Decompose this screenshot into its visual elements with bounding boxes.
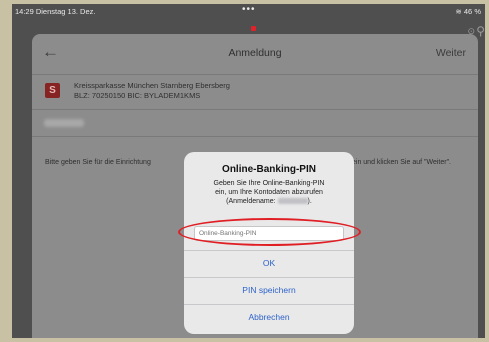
- instruction-text-right: ein und klicken Sie auf "Weiter".: [352, 159, 452, 166]
- cancel-button[interactable]: Abbrechen: [184, 304, 354, 330]
- save-pin-button[interactable]: PIN speichern: [184, 277, 354, 303]
- alert-message-line1: Geben Sie Ihre Online-Banking-PIN: [213, 180, 325, 187]
- alert-message: Geben Sie Ihre Online-Banking-PIN ein, u…: [196, 179, 342, 206]
- pin-alert-dialog: Online-Banking-PIN Geben Sie Ihre Online…: [184, 152, 354, 334]
- redacted-login-name: [277, 198, 308, 205]
- redacted-row: [32, 110, 478, 137]
- next-button[interactable]: Weiter: [436, 47, 466, 59]
- status-battery: ≋ 46 %: [456, 7, 482, 16]
- status-time: 14:29 Dienstag 13. Dez.: [15, 7, 96, 16]
- recording-indicator: [251, 26, 256, 31]
- nav-bar: ← Anmeldung Weiter: [32, 34, 478, 75]
- alert-message-line3-prefix: (Anmeldename:: [226, 198, 276, 205]
- status-bar: 14:29 Dienstag 13. Dez. ••• ≋ 46 %: [12, 4, 485, 20]
- device-screen: 14:29 Dienstag 13. Dez. ••• ≋ 46 % ⊙ ⚲ ←…: [12, 4, 485, 338]
- alert-message-line2: ein, um Ihre Kontodaten abzurufen: [215, 189, 323, 196]
- alert-title: Online-Banking-PIN: [222, 164, 316, 175]
- ok-button[interactable]: OK: [184, 250, 354, 276]
- wifi-icon: ≋: [455, 7, 462, 16]
- alert-message-line3-suffix: ).: [307, 198, 312, 205]
- bank-codes: BLZ: 70250150 BIC: BYLADEM1KMS: [74, 91, 201, 100]
- photo-frame: 14:29 Dienstag 13. Dez. ••• ≋ 46 % ⊙ ⚲ ←…: [0, 0, 489, 342]
- battery-percent: 46 %: [463, 7, 481, 16]
- multitasking-dots[interactable]: •••: [242, 4, 256, 15]
- sparkasse-logo-icon: S: [45, 83, 60, 98]
- redacted-username: [44, 119, 84, 127]
- bank-name: Kreissparkasse München Starnberg Ebersbe…: [74, 81, 230, 90]
- page-title: Anmeldung: [228, 47, 282, 59]
- instruction-text-left: Bitte geben Sie für die Einrichtung: [45, 159, 151, 166]
- pin-input[interactable]: [194, 226, 344, 241]
- bank-info-row: S Kreissparkasse München Starnberg Ebers…: [32, 75, 478, 110]
